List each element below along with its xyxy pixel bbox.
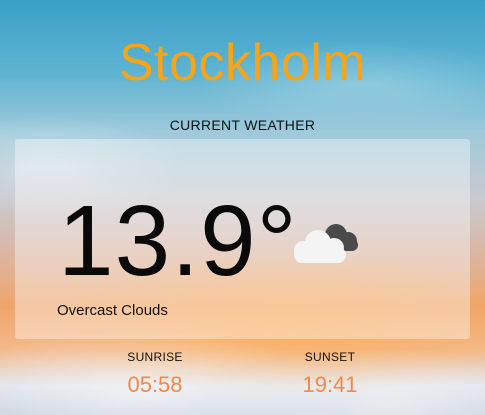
sunrise-time: 05:58	[127, 372, 183, 397]
temperature-value: 13.9°	[58, 185, 298, 297]
overcast-clouds-icon	[294, 224, 358, 263]
weather-description: Overcast Clouds	[57, 302, 168, 319]
current-weather-card: 13.9° Overcast Clouds	[15, 139, 470, 339]
sunset-label: SUNSET	[304, 350, 356, 364]
city-name: Stockholm	[118, 34, 367, 92]
sunset-time: 19:41	[302, 372, 358, 397]
sunset-block: SUNSET 19:41	[270, 350, 390, 399]
sunrise-label: SUNRISE	[127, 350, 183, 364]
current-weather-heading: CURRENT WEATHER	[169, 117, 316, 133]
sunrise-block: SUNRISE 05:58	[95, 350, 215, 399]
